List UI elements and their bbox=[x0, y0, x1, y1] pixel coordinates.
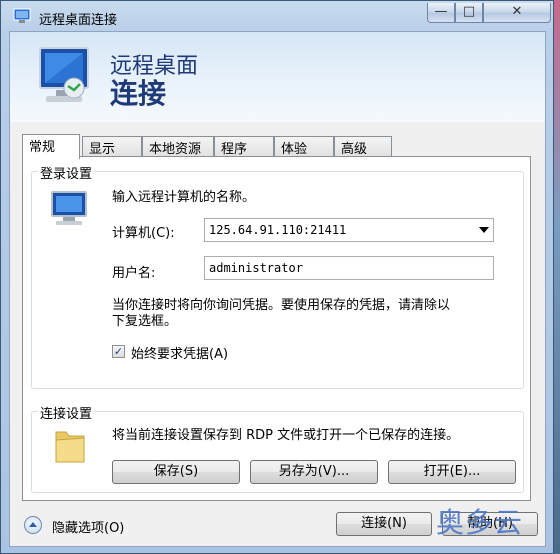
titlebar[interactable]: 远程桌面连接 — □ ✕ bbox=[1, 1, 553, 33]
rdp-window: 远程桌面连接 — □ ✕ 远程桌面 连接 常规 显示 本地资源 程序 体验 高级 bbox=[0, 0, 554, 554]
banner-title-line2: 连接 bbox=[110, 77, 167, 110]
open-button[interactable]: 打开(E)... bbox=[388, 460, 516, 484]
login-settings-group: 登录设置 输入远程计算机的名称。 计算机(C): 125.64.91.110:2… bbox=[31, 163, 524, 389]
close-button[interactable]: ✕ bbox=[483, 3, 551, 23]
username-label: 用户名: bbox=[112, 266, 156, 281]
connect-button[interactable]: 连接(N) bbox=[336, 512, 432, 536]
credentials-note-line2: 下复选框。 bbox=[112, 314, 178, 329]
close-icon: ✕ bbox=[511, 4, 523, 19]
desktop-background bbox=[554, 0, 560, 554]
computer-label: 计算机(C): bbox=[112, 226, 175, 241]
minimize-button[interactable]: — bbox=[427, 3, 455, 23]
connection-settings-group: 连接设置 将当前连接设置保存到 RDP 文件或打开一个已保存的连接。 保存(S)… bbox=[31, 403, 524, 493]
tab-programs[interactable]: 程序 bbox=[214, 136, 274, 157]
remote-desktop-icon bbox=[13, 8, 31, 23]
computer-combobox[interactable]: 125.64.91.110:21411 bbox=[204, 218, 494, 242]
minimize-icon: — bbox=[434, 4, 448, 19]
dialog-body: 远程桌面 连接 常规 显示 本地资源 程序 体验 高级 登录设置 输入远程计算机… bbox=[9, 31, 546, 547]
tab-panel-general: 登录设置 输入远程计算机的名称。 计算机(C): 125.64.91.110:2… bbox=[22, 156, 531, 501]
username-value: administrator bbox=[209, 261, 303, 275]
monitor-connection-icon bbox=[39, 47, 89, 102]
login-instruction: 输入远程计算机的名称。 bbox=[112, 190, 256, 205]
tab-advanced[interactable]: 高级 bbox=[334, 136, 392, 157]
tab-local-resources[interactable]: 本地资源 bbox=[142, 136, 214, 157]
save-as-button[interactable]: 另存为(V)... bbox=[250, 460, 378, 484]
save-button[interactable]: 保存(S) bbox=[112, 460, 240, 484]
chevron-down-icon[interactable] bbox=[479, 227, 489, 233]
folder-icon bbox=[55, 431, 85, 463]
window-title: 远程桌面连接 bbox=[39, 13, 118, 28]
login-settings-title: 登录设置 bbox=[38, 163, 95, 182]
computer-value: 125.64.91.110:21411 bbox=[209, 223, 347, 237]
watermark-text: 奥多云 bbox=[436, 506, 524, 539]
banner: 远程桌面 连接 bbox=[10, 32, 545, 122]
hide-options-link[interactable]: 隐藏选项(O) bbox=[52, 517, 124, 536]
connection-settings-title: 连接设置 bbox=[38, 403, 95, 422]
maximize-icon: □ bbox=[462, 4, 476, 19]
maximize-button[interactable]: □ bbox=[455, 3, 483, 23]
username-field[interactable]: administrator bbox=[204, 256, 494, 280]
always-ask-checkbox[interactable]: ✓ bbox=[112, 345, 125, 358]
tab-display[interactable]: 显示 bbox=[82, 136, 142, 157]
connection-description: 将当前连接设置保存到 RDP 文件或打开一个已保存的连接。 bbox=[112, 428, 460, 443]
tab-experience[interactable]: 体验 bbox=[274, 136, 334, 157]
always-ask-label[interactable]: 始终要求凭据(A) bbox=[131, 343, 228, 362]
computer-icon bbox=[51, 191, 87, 225]
chevron-up-icon[interactable] bbox=[24, 516, 42, 534]
tab-general[interactable]: 常规 bbox=[22, 134, 80, 159]
